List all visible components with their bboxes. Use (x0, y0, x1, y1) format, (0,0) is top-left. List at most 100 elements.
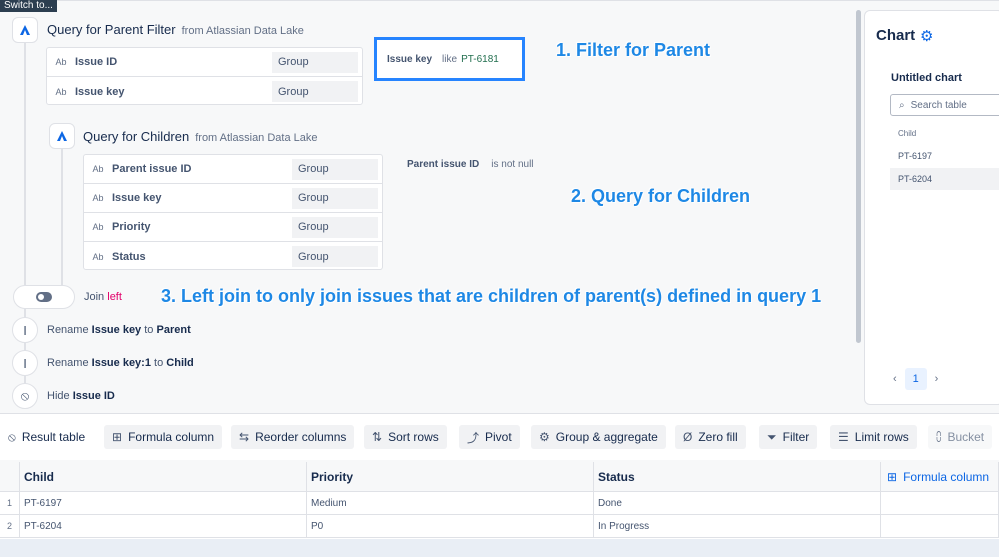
query2-filter[interactable]: Parent issue ID is not null (407, 159, 534, 170)
field-row[interactable]: Ab Priority Group (84, 213, 382, 242)
chart-column-header: Child (898, 129, 917, 138)
aggregation-select[interactable]: Group (292, 246, 378, 267)
step-field: Issue key:1 (91, 357, 151, 369)
text-type-icon: Ab (92, 222, 104, 232)
pagination: ‹ 1 › (893, 368, 938, 390)
prev-page-icon[interactable]: ‹ (893, 373, 897, 385)
step-mid: to (154, 357, 164, 369)
reorder-icon: ⇆ (239, 430, 250, 444)
column-header-corner (0, 462, 20, 492)
table-cell-child[interactable]: PT-6197 (20, 492, 307, 515)
button-label: Bucket (947, 430, 985, 444)
join-label[interactable]: Join left (84, 291, 122, 303)
empty-row (0, 539, 999, 557)
annotation-filter-parent: 1. Filter for Parent (556, 40, 711, 60)
rename-step-1[interactable]: Rename Issue key to Parent (47, 324, 191, 336)
pipeline-line (24, 40, 26, 285)
aggregation-select[interactable]: Group (272, 51, 358, 73)
filter-button[interactable]: ⏷ Filter (759, 425, 818, 449)
row-number: 1 (0, 492, 20, 515)
table-cell-formula[interactable] (881, 492, 999, 515)
row-number: 2 (0, 515, 20, 538)
table-cell-priority[interactable]: P0 (307, 515, 594, 538)
button-label: Reorder columns (255, 430, 347, 444)
table-cell-child[interactable]: PT-6204 (20, 515, 307, 538)
add-formula-column-button[interactable]: ⊞ Formula column (881, 462, 999, 492)
query1-filter[interactable]: Issue key like PT-6181 (374, 37, 525, 81)
hide-step[interactable]: Hide Issue ID (47, 390, 115, 402)
pivot-icon: ⤴ (467, 430, 480, 445)
sort-rows-button[interactable]: ⇅ Sort rows (364, 425, 447, 449)
text-type-icon: Ab (92, 193, 104, 203)
pivot-button[interactable]: ⤴ Pivot (459, 425, 520, 449)
aggregation-select[interactable]: Group (272, 81, 358, 102)
step-target: Parent (156, 324, 191, 336)
chart-subtitle[interactable]: Untitled chart (891, 72, 962, 84)
formula-column-icon: ⊞ (112, 430, 123, 444)
button-label: Zero fill (698, 430, 738, 444)
aggregation-select[interactable]: Group (292, 216, 378, 238)
field-row[interactable]: Ab Parent issue ID Group (84, 155, 382, 184)
toggle-icon (36, 292, 52, 302)
result-table-button[interactable]: ⦸ Result table (0, 425, 94, 449)
annotation-left-join: 3. Left join to only join issues that ar… (161, 286, 822, 306)
query1-source: from Atlassian Data Lake (181, 25, 304, 37)
query2-title[interactable]: Query for Children from Atlassian Data La… (83, 129, 318, 144)
table-cell-formula[interactable] (881, 515, 999, 538)
formula-column-button[interactable]: ⊞ Formula column (104, 425, 223, 449)
zero-fill-button[interactable]: Ø Zero fill (675, 425, 746, 449)
current-page[interactable]: 1 (904, 368, 927, 390)
annotation-query-children: 2. Query for Children (571, 186, 751, 206)
table-cell-status[interactable]: In Progress (594, 515, 881, 538)
filter-field: Parent issue ID (407, 159, 480, 170)
table-cell-status[interactable]: Done (594, 492, 881, 515)
text-type-icon: Ab (92, 164, 104, 174)
bucket-icon: ⩇ (936, 429, 942, 444)
column-header-child[interactable]: Child (20, 462, 307, 492)
gear-icon[interactable]: ⚙ (920, 27, 933, 45)
query1-title[interactable]: Query for Parent Filter from Atlassian Da… (47, 22, 304, 37)
next-page-icon[interactable]: › (935, 373, 939, 385)
limit-rows-button[interactable]: ☰ Limit rows (830, 425, 917, 449)
zero-fill-icon: Ø (683, 430, 693, 444)
column-header-priority[interactable]: Priority (307, 462, 594, 492)
text-cursor-icon: I (12, 317, 38, 343)
field-row[interactable]: Ab Issue key Group (84, 184, 382, 213)
search-input[interactable]: ⌕ Search table (890, 94, 999, 116)
step-action: Rename (47, 357, 89, 369)
filter-operator: like (442, 53, 458, 65)
query2-fields: Ab Parent issue ID Group Ab Issue key Gr… (83, 154, 383, 270)
chart-panel (864, 10, 999, 405)
field-row[interactable]: Ab Issue ID Group (47, 48, 362, 77)
field-row[interactable]: Ab Status Group (84, 242, 382, 271)
eye-off-icon: ⦸ (12, 383, 38, 409)
field-name: Issue key (112, 192, 162, 204)
table-cell-priority[interactable]: Medium (307, 492, 594, 515)
text-type-icon: Ab (55, 86, 67, 97)
search-icon: ⌕ (899, 99, 905, 111)
column-header-status[interactable]: Status (594, 462, 881, 492)
step-field: Issue key (91, 324, 142, 336)
group-icon: ⚙ (539, 430, 550, 444)
button-label: Filter (782, 430, 810, 444)
field-row[interactable]: Ab Issue key Group (47, 77, 362, 106)
aggregation-select[interactable]: Group (292, 158, 378, 180)
field-name: Status (112, 250, 146, 263)
formula-column-label: Formula column (903, 469, 990, 484)
eye-off-icon: ⦸ (8, 429, 16, 444)
bucket-button[interactable]: ⩇ Bucket (928, 425, 993, 449)
rename-step-2[interactable]: Rename Issue key:1 to Child (47, 357, 194, 369)
reorder-columns-button[interactable]: ⇆ Reorder columns (231, 425, 355, 449)
chart-title: Chart (876, 27, 916, 44)
field-name: Priority (112, 221, 151, 233)
query2-source: from Atlassian Data Lake (195, 132, 318, 144)
limit-rows-icon: ☰ (838, 430, 849, 444)
join-toggle[interactable] (13, 285, 75, 309)
aggregation-select[interactable]: Group (292, 187, 378, 209)
button-label: Pivot (485, 430, 512, 444)
group-aggregate-button[interactable]: ⚙ Group & aggregate (531, 425, 666, 449)
step-target: Child (166, 357, 194, 369)
atlassian-logo-icon (49, 123, 75, 149)
scrollbar[interactable] (856, 10, 861, 343)
field-name: Issue key (75, 85, 125, 98)
